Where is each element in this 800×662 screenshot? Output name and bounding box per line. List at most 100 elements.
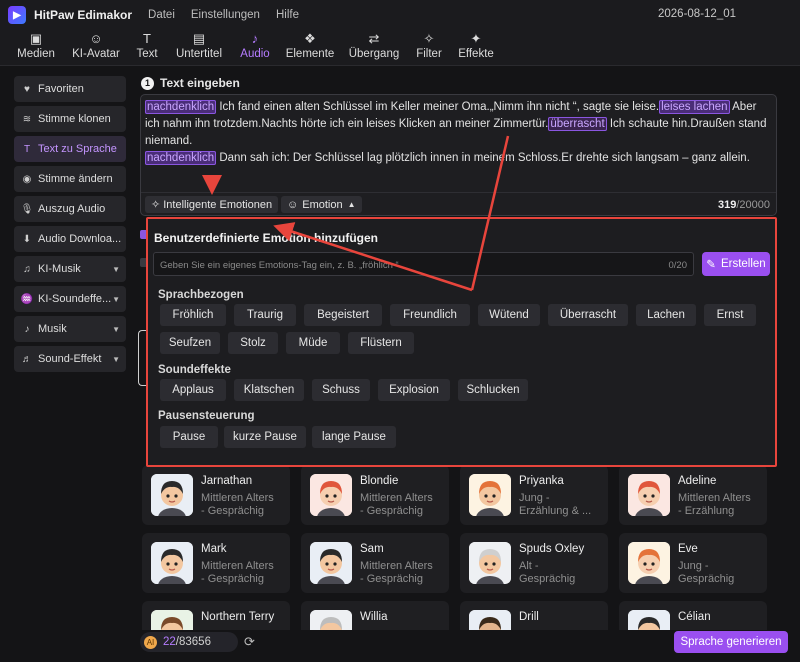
avatar — [469, 474, 511, 516]
emotion-chip[interactable]: Seufzen — [160, 332, 220, 354]
voice-description: Mittleren Alters - Gesprächig — [360, 560, 433, 585]
refresh-icon[interactable]: ⟳ — [244, 634, 255, 650]
sidebar-item-musik[interactable]: ♪ Musik ▼ — [14, 316, 126, 342]
voice-name: Spuds Oxley — [519, 543, 585, 555]
emotion-chip[interactable]: Schuss — [312, 379, 370, 401]
emotion-chip[interactable]: Pause — [160, 426, 218, 448]
emotion-chip[interactable]: Überrascht — [548, 304, 628, 326]
ai-sound-icon: ♒ — [20, 293, 34, 305]
avatar-icon — [151, 474, 193, 516]
emotion-chip[interactable]: Lachen — [636, 304, 696, 326]
avatar — [628, 542, 670, 584]
sidebar-item-auszug-audio[interactable]: 🎙 Auszug Audio — [14, 196, 126, 222]
emotion-tag[interactable]: nachdenklich — [145, 100, 217, 114]
sparkle-icon: ✧ — [151, 199, 161, 211]
avatar-icon — [469, 542, 511, 584]
voice-card[interactable]: Spuds Oxley Alt - Gesprächig — [460, 533, 608, 593]
title-bar: ▶ HitPaw Edimakor Datei Einstellungen Hi… — [0, 0, 800, 30]
create-button[interactable]: ✎ Erstellen — [702, 252, 770, 276]
voice-description: Mittleren Alters - Erzählung — [678, 492, 751, 517]
voice-card[interactable]: Adeline Mittleren Alters - Erzählung — [619, 465, 767, 525]
text-editor[interactable]: nachdenklich Ich fand einen alten Schlüs… — [140, 94, 777, 216]
emotion-chip[interactable]: Wütend — [478, 304, 540, 326]
voice-name: Eve — [678, 543, 698, 555]
voice-description: Alt - Gesprächig — [519, 560, 576, 585]
emotion-chip[interactable]: Begeistert — [304, 304, 382, 326]
sidebar-item-ki-soundeffekte[interactable]: ♒ KI-Soundeffe... ▼ — [14, 286, 126, 312]
voice-card[interactable]: Northern Terry — [142, 601, 290, 630]
avatar-icon — [310, 474, 352, 516]
tab-uebergang[interactable]: ⇄ Übergang — [346, 30, 402, 60]
voice-card[interactable]: Mark Mittleren Alters - Gesprächig — [142, 533, 290, 593]
emotion-chip[interactable]: Müde — [286, 332, 340, 354]
smart-emotions-button[interactable]: ✧ Intelligente Emotionen — [145, 196, 279, 213]
sidebar-item-stimme-klonen[interactable]: ≋ Stimme klonen — [14, 106, 126, 132]
emotion-chip[interactable]: Flüstern — [348, 332, 414, 354]
sidebar-item-ki-musik[interactable]: ♫ KI-Musik ▼ — [14, 256, 126, 282]
emotion-chip[interactable]: Freundlich — [390, 304, 470, 326]
emotion-chip[interactable]: Ernst — [704, 304, 756, 326]
voice-card[interactable]: Drill — [460, 601, 608, 630]
tab-untertitel[interactable]: ▤ Untertitel — [170, 30, 228, 60]
voice-card[interactable]: Jarnathan Mittleren Alters - Gesprächig — [142, 465, 290, 525]
project-name: 2026-08-12_01 — [658, 8, 737, 20]
emotion-tag[interactable]: nachdenklich — [145, 151, 217, 165]
emotion-chip[interactable]: Traurig — [234, 304, 296, 326]
sidebar-item-favoriten[interactable]: ♥ Favoriten — [14, 76, 126, 102]
text-to-speech-icon: T — [23, 143, 31, 155]
emotion-chip[interactable]: lange Pause — [312, 426, 396, 448]
emotion-dropdown-button[interactable]: ☺ Emotion ▲ — [281, 196, 362, 213]
voice-description: Jung - Erzählung & ... — [519, 492, 592, 517]
voice-card[interactable]: Blondie Mittleren Alters - Gesprächig — [301, 465, 449, 525]
tab-audio[interactable]: ♪ Audio — [236, 30, 274, 60]
tab-medien[interactable]: ▣ Medien — [14, 30, 58, 60]
tab-elemente[interactable]: ❖ Elemente — [282, 30, 338, 60]
voice-card[interactable]: Priyanka Jung - Erzählung & ... — [460, 465, 608, 525]
sidebar-item-text-zu-sprache[interactable]: T Text zu Sprache — [14, 136, 126, 162]
generate-speech-button[interactable]: Sprache generieren — [674, 631, 788, 653]
voice-card[interactable]: Sam Mittleren Alters - Gesprächig — [301, 533, 449, 593]
footer-bar: AI 22/83656 ⟳ Sprache generieren — [140, 628, 790, 656]
menu-help[interactable]: Hilfe — [276, 9, 299, 21]
menu-file[interactable]: Datei — [148, 9, 175, 21]
script-text[interactable]: nachdenklich Ich fand einen alten Schlüs… — [145, 99, 773, 167]
emotion-chip[interactable]: Fröhlich — [160, 304, 226, 326]
caret-down-icon: ▼ — [112, 294, 120, 304]
emotion-chip[interactable]: Stolz — [228, 332, 278, 354]
voice-description: Mittleren Alters - Gesprächig — [201, 560, 274, 585]
sound-effect-icon: ♬ — [22, 353, 32, 365]
popup-title: Benutzerdefinierte Emotion hinzufügen — [154, 231, 378, 245]
menu-settings[interactable]: Einstellungen — [191, 9, 260, 21]
voice-card[interactable]: Willia — [301, 601, 449, 630]
text-icon: T — [143, 31, 151, 46]
step-text-input-heading: 1 Text eingeben — [141, 76, 240, 90]
tab-filter[interactable]: ✧ Filter — [412, 30, 446, 60]
section-pause: Pausensteuerung — [158, 410, 255, 422]
emotion-tag[interactable]: leises lachen — [659, 100, 730, 114]
credits-badge: AI 22/83656 — [140, 632, 238, 652]
voice-description: Mittleren Alters - Gesprächig — [201, 492, 274, 517]
voice-name: Célian — [678, 611, 711, 623]
avatar-icon — [310, 610, 352, 630]
emotion-chip[interactable]: Explosion — [378, 379, 450, 401]
emotion-chip[interactable]: Schlucken — [458, 379, 528, 401]
tab-effekte[interactable]: ✦ Effekte — [454, 30, 498, 60]
sidebar-item-stimme-aendern[interactable]: ◉ Stimme ändern — [14, 166, 126, 192]
emotion-tag-input[interactable]: Geben Sie ein eigenes Emotions-Tag ein, … — [153, 252, 694, 276]
voice-card[interactable]: Eve Jung - Gesprächig — [619, 533, 767, 593]
emotion-chip[interactable]: Klatschen — [234, 379, 304, 401]
heart-icon: ♥ — [24, 83, 30, 95]
emotion-chip[interactable]: kurze Pause — [224, 426, 306, 448]
voice-card[interactable]: Célian — [619, 601, 767, 630]
avatar — [469, 542, 511, 584]
tab-ki-avatar[interactable]: ☺ KI-Avatar — [66, 30, 126, 60]
avatar — [151, 610, 193, 630]
avatar-icon — [151, 610, 193, 630]
sidebar-item-sound-effekt[interactable]: ♬ Sound-Effekt ▼ — [14, 346, 126, 372]
emotion-chip[interactable]: Applaus — [160, 379, 226, 401]
sidebar-item-audio-download[interactable]: ⬇ Audio Downloa... — [14, 226, 126, 252]
emotion-tag-highlighted[interactable]: überrascht — [548, 117, 607, 131]
download-icon: ⬇ — [22, 233, 32, 245]
music-icon: ♪ — [24, 323, 30, 335]
tab-text[interactable]: T Text — [132, 30, 162, 60]
